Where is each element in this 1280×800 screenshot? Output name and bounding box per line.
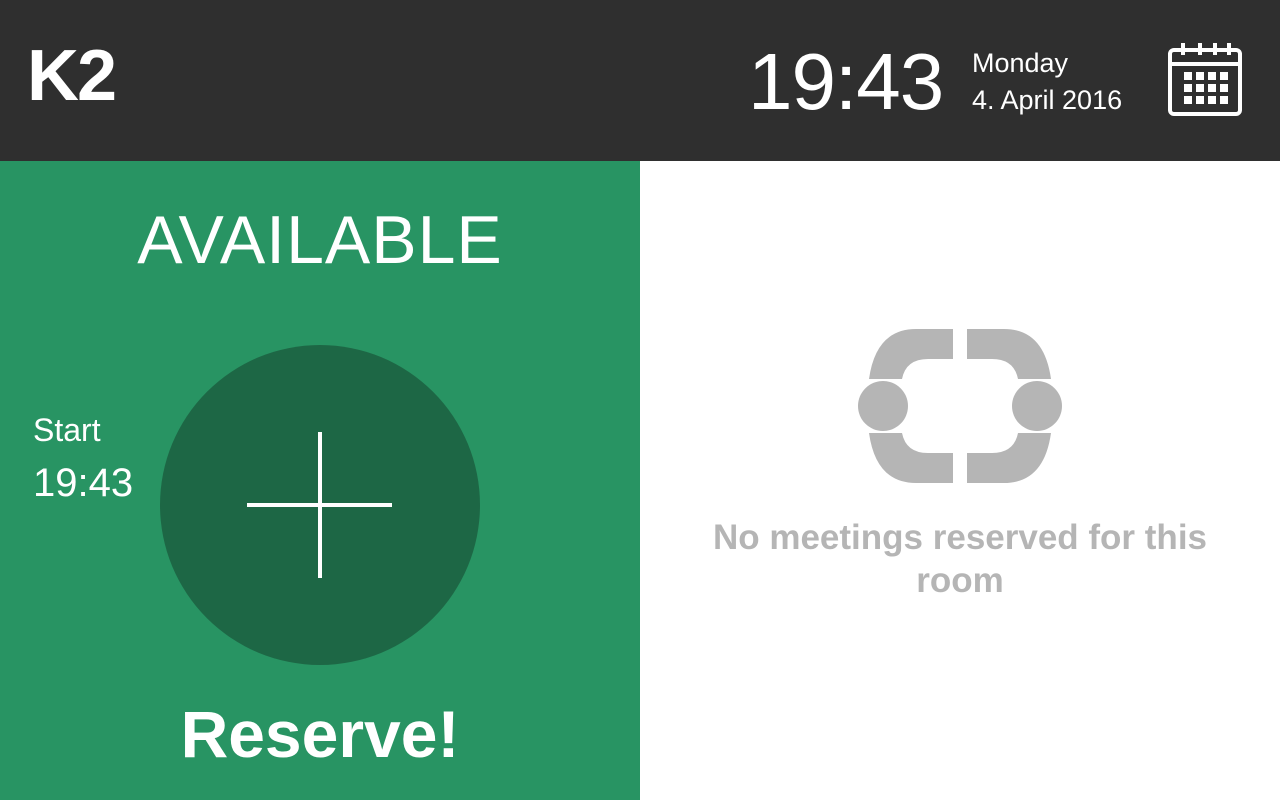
calendar-icon	[1168, 43, 1242, 116]
weekday-label: Monday	[972, 48, 1069, 78]
room-status: AVAILABLE	[137, 202, 503, 278]
availability-panel: AVAILABLE Start 19:43 Reserve!	[0, 161, 640, 800]
date-label: 4. April 2016	[972, 85, 1123, 115]
room-name: K2	[27, 36, 117, 116]
start-time: 19:43	[33, 461, 134, 505]
calendar-button[interactable]	[1166, 42, 1244, 118]
date-display: Monday 4. April 2016	[972, 45, 1122, 119]
no-meetings-message: No meetings reserved for this room	[712, 518, 1208, 600]
meeting-table-icon	[858, 329, 1062, 483]
top-bar: K2 19:43 Monday 4. April 2016	[0, 0, 1280, 161]
reserve-label[interactable]: Reserve!	[0, 701, 640, 767]
reserve-button[interactable]	[160, 345, 480, 665]
start-label: Start	[33, 412, 101, 448]
schedule-panel: No meetings reserved for this room	[640, 161, 1280, 800]
current-time: 19:43	[748, 37, 944, 126]
